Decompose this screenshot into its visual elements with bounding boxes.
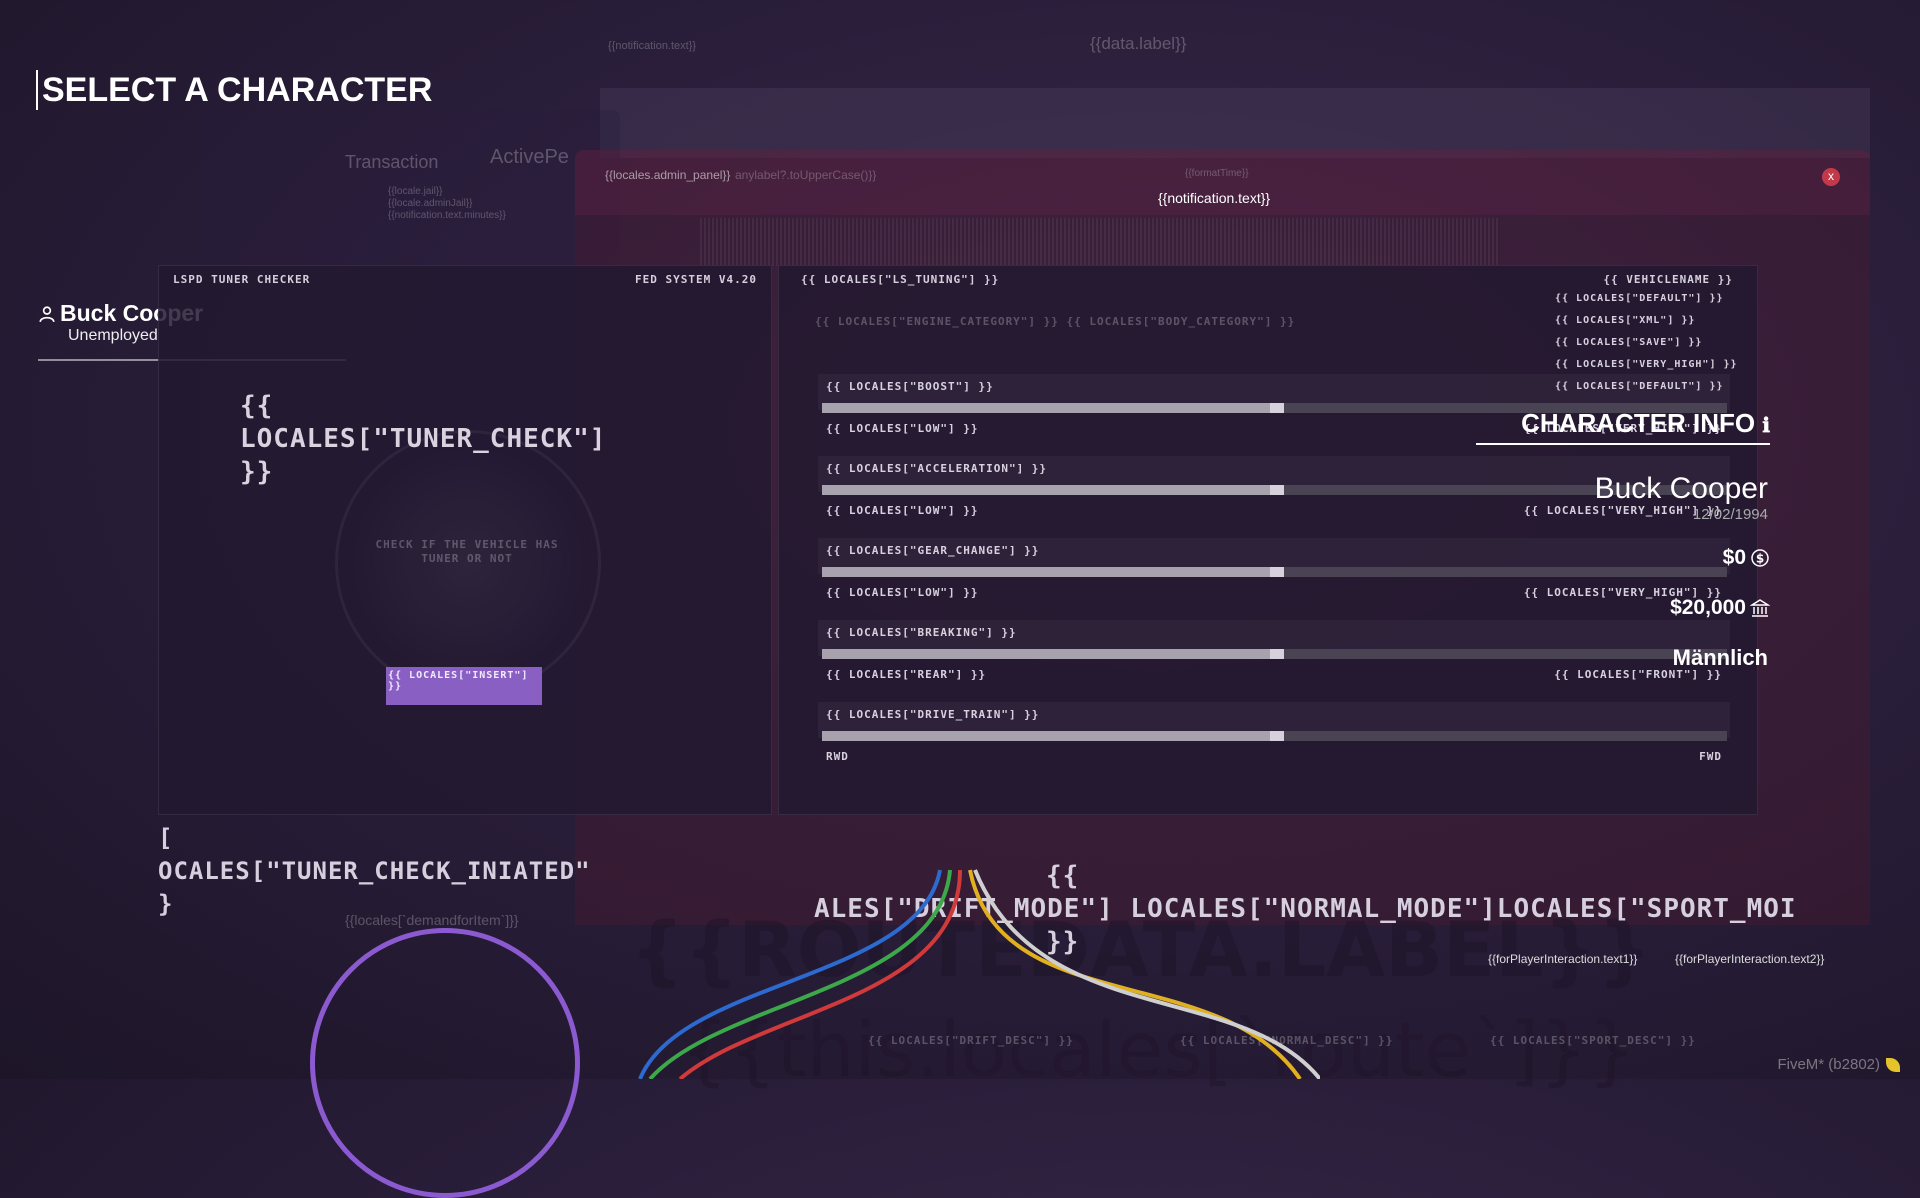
tuner-header-left: LSPD TUNER CHECKER [173,273,311,286]
stat-label: {{ LOCALES["GEAR_CHANGE"] }} [826,544,1040,557]
ghost-active: ActivePe [490,146,569,168]
ghost-locale-jail: {{locale.jail}} [388,186,443,197]
stat-label: {{ LOCALES["ACCELERATION"] }} [826,462,1048,475]
ghost-notification: {{notification.text}} [608,40,697,52]
info-cash: $0 $ [1723,546,1770,570]
bank-value: $20,000 [1670,596,1746,619]
tuning-header-left: {{ LOCALES["LS_TUNING"] }} [801,273,1000,286]
svg-text:$: $ [1756,552,1764,566]
stat-label: {{ LOCALES["BREAKING"] }} [826,626,1017,639]
info-icon: ℹ [1762,415,1770,437]
stat-slider[interactable] [822,731,1727,741]
tuning-menu-item[interactable]: {{ LOCALES["DEFAULT"] }} [1555,292,1738,306]
info-gender: Männlich [1672,645,1768,670]
tuning-menu-item[interactable]: {{ LOCALES["SAVE"] }} [1555,336,1738,350]
notification-text: {{notification.text}} [1158,190,1271,206]
cash-value: $0 [1722,546,1746,569]
close-button[interactable]: x [1822,168,1840,186]
ghost-admin-jail: {{locale.adminJail}} [388,198,473,209]
info-bank: $20,000 [1670,596,1770,620]
character-info-label: CHARACTER INFO [1521,408,1756,438]
noise-strip [700,218,1500,266]
initiated-text: OCALES["TUNER_CHECK_INIATED" [158,857,591,885]
info-birthdate: 12/02/1994 [1692,506,1768,523]
coin-icon: $ [1751,549,1769,567]
build-text: FiveM* (b2802) [1777,1056,1880,1073]
bank-icon [1750,599,1770,617]
sport-desc: {{ LOCALES["SPORT_DESC"] }} [1490,1034,1696,1047]
tuning-category-tabs[interactable]: {{ LOCALES["ENGINE_CATEGORY"] }} {{ LOCA… [815,315,1295,328]
tuner-check-initiated: [ OCALES["TUNER_CHECK_INIATED" } [158,822,591,921]
stat-slider-thumb[interactable] [1269,731,1284,741]
stat-max-label: FWD [1699,750,1722,763]
stat-slider-thumb[interactable] [1269,567,1284,577]
lspd-badge-circle [310,928,580,1198]
ghost-transaction: Transaction [345,152,439,172]
tuner-title-close: }} [240,457,274,487]
stat-slider-fill [822,649,1284,659]
stat-min-label: {{ LOCALES["LOW"] }} [826,422,979,435]
character-info-title: CHARACTER INFO ℹ [1476,408,1770,445]
ghost-data-label: {{data.label}} [1090,34,1187,53]
stat-slider[interactable] [822,649,1727,659]
stat-slider-fill [822,567,1284,577]
tuning-menu-item[interactable]: {{ LOCALES["XML"] }} [1555,314,1738,328]
wires-graphic [638,869,1320,1079]
ghost-minutes: {{notification.text.minutes}} [388,210,506,221]
tuning-menu-item[interactable]: {{ LOCALES["VERY_HIGH"] }} [1555,358,1738,372]
ghost-format-time: {{formatTime}} [1185,168,1249,179]
stat-min-label: {{ LOCALES["REAR"] }} [826,668,987,681]
stat-min-label: RWD [826,750,849,763]
user-icon [39,305,55,322]
stat-label: {{ LOCALES["BOOST"] }} [826,380,994,393]
ghost-admin-panel: {{locales.admin_panel}} [605,168,731,182]
background-panel [600,88,1870,158]
stat-min-label: {{ LOCALES["LOW"] }} [826,586,979,599]
info-character-name: Buck Cooper [1594,472,1768,505]
stat-slider-fill [822,403,1284,413]
ghost-upper-case: anylabel?.toUpperCase()}} [735,168,877,182]
stat-slider-thumb[interactable] [1269,649,1284,659]
stat-slider-fill [822,731,1284,741]
tuner-title-open: {{ [240,391,274,421]
initiated-open: [ [158,824,174,852]
stat-label: {{ LOCALES["DRIVE_TRAIN"] }} [826,708,1040,721]
stat-slider-thumb[interactable] [1269,403,1284,413]
leaf-icon [1886,1057,1900,1072]
tuner-check-title: {{ LOCALES["TUNER_CHECK"] }} [240,390,606,489]
tuner-title-key: LOCALES["TUNER_CHECK"] [240,424,607,454]
tuning-header-right: {{ VEHICLENAME }} [1603,273,1733,286]
initiated-close: } [158,890,174,918]
page-title: SELECT A CHARACTER [36,70,432,110]
stat-slider-fill [822,485,1284,495]
stat-slider[interactable] [822,485,1727,495]
insert-button[interactable]: {{ LOCALES["INSERT"] }} [386,667,542,705]
stat-min-label: {{ LOCALES["LOW"] }} [826,504,979,517]
stat-slider[interactable] [822,567,1727,577]
tuner-header-right: FED SYSTEM V4.20 [635,273,757,286]
tuner-check-description: CHECK IF THE VEHICLE HAS TUNER OR NOT [375,538,559,565]
stat-slider-thumb[interactable] [1269,485,1284,495]
build-label: FiveM* (b2802) [1777,1056,1900,1073]
